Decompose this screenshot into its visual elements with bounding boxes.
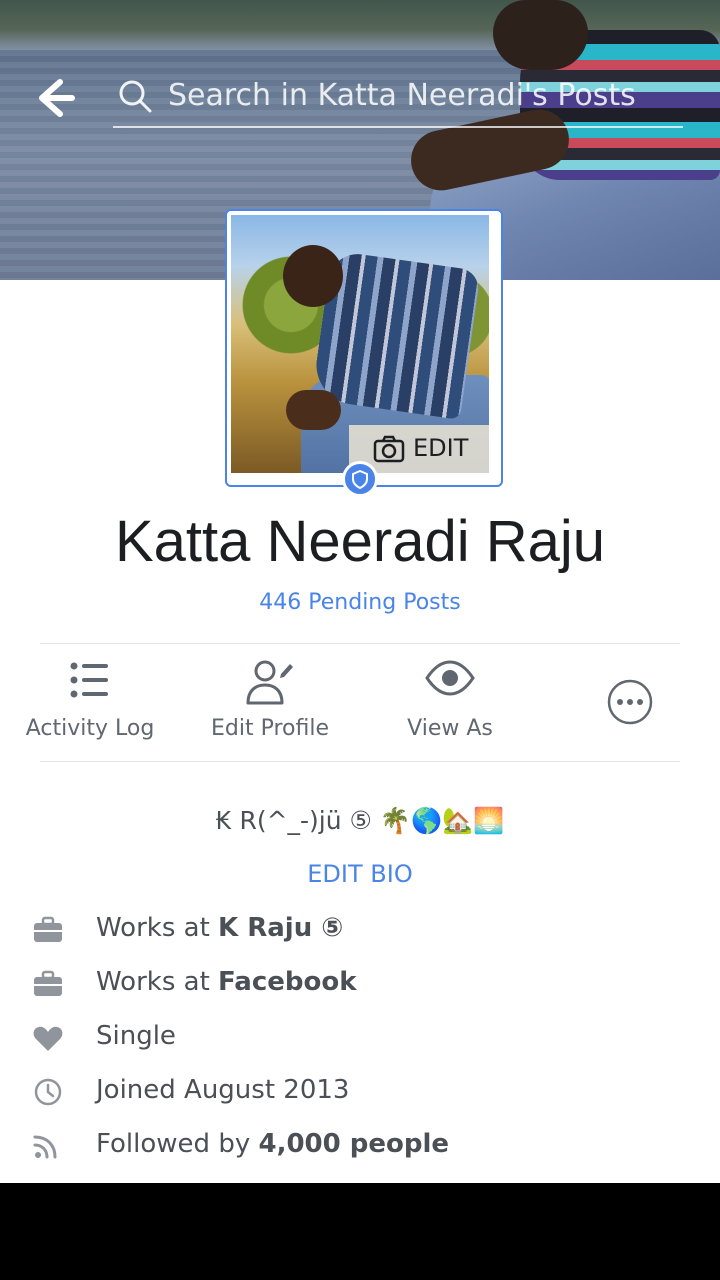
- pending-posts-link[interactable]: 446 Pending Posts: [0, 590, 720, 615]
- profile-picture[interactable]: EDIT: [225, 209, 503, 487]
- view-as-button[interactable]: View As: [370, 656, 530, 751]
- profile-name: Katta Neeradi Raju: [114, 509, 606, 574]
- more-options-button[interactable]: [590, 656, 670, 751]
- search-icon: [119, 80, 152, 113]
- photo-person-hands: [286, 390, 341, 430]
- profile-photo-image: EDIT: [231, 215, 489, 473]
- intro-followers: Followed by 4,000 people: [0, 1124, 720, 1168]
- intro-prefix: Works at: [96, 913, 219, 943]
- intro-text: Single: [96, 1021, 176, 1051]
- intro-employer[interactable]: K Raju ⑤: [218, 913, 343, 943]
- search-placeholder: Search in Katta Neeradi's Posts: [168, 78, 636, 113]
- intro-relationship: Single: [0, 1016, 720, 1060]
- profile-guard-badge: [342, 461, 378, 497]
- activity-log-label: Activity Log: [25, 716, 155, 741]
- divider: [40, 643, 680, 644]
- intro-work-2: Works at Facebook: [0, 962, 720, 1006]
- search-input[interactable]: Search in Katta Neeradi's Posts: [113, 66, 683, 128]
- intro-text: Joined August 2013: [96, 1075, 350, 1105]
- edit-profile-label: Edit Profile: [210, 716, 329, 741]
- bio-text: ₭ R(^_-)jü ⑤ 🌴🌎🏡🌅: [215, 806, 505, 835]
- back-arrow-icon: [39, 79, 75, 117]
- intro-work-1: Works at K Raju ⑤: [0, 908, 720, 952]
- photo-person-head: [283, 245, 343, 307]
- edit-photo-label: EDIT: [413, 434, 469, 462]
- followers-count[interactable]: 4,000 people: [258, 1129, 449, 1159]
- camera-icon: [373, 435, 405, 463]
- list-icon: [70, 662, 108, 698]
- shield-icon: [352, 470, 368, 489]
- intro-employer[interactable]: Facebook: [218, 967, 356, 997]
- profile-screen: Search in Katta Neeradi's Posts EDIT Kat…: [0, 0, 720, 1183]
- top-bar: Search in Katta Neeradi's Posts: [0, 48, 720, 144]
- eye-icon: [425, 660, 475, 696]
- intro-prefix: Followed by: [96, 1129, 259, 1159]
- clock-icon: [34, 1078, 62, 1106]
- briefcase-icon: [34, 916, 62, 942]
- heart-icon: [33, 1026, 63, 1051]
- edit-bio-button[interactable]: EDIT BIO: [0, 860, 720, 888]
- view-as-label: View As: [407, 716, 493, 741]
- intro-prefix: Works at: [96, 967, 219, 997]
- rss-icon: [33, 1135, 57, 1159]
- edit-profile-button[interactable]: Edit Profile: [190, 656, 350, 751]
- intro-joined: Joined August 2013: [0, 1070, 720, 1114]
- activity-log-button[interactable]: Activity Log: [10, 656, 170, 751]
- briefcase-icon: [34, 970, 62, 996]
- edit-person-icon: [246, 660, 293, 705]
- more-icon: [607, 679, 653, 725]
- back-button[interactable]: [30, 76, 82, 120]
- divider: [40, 761, 680, 762]
